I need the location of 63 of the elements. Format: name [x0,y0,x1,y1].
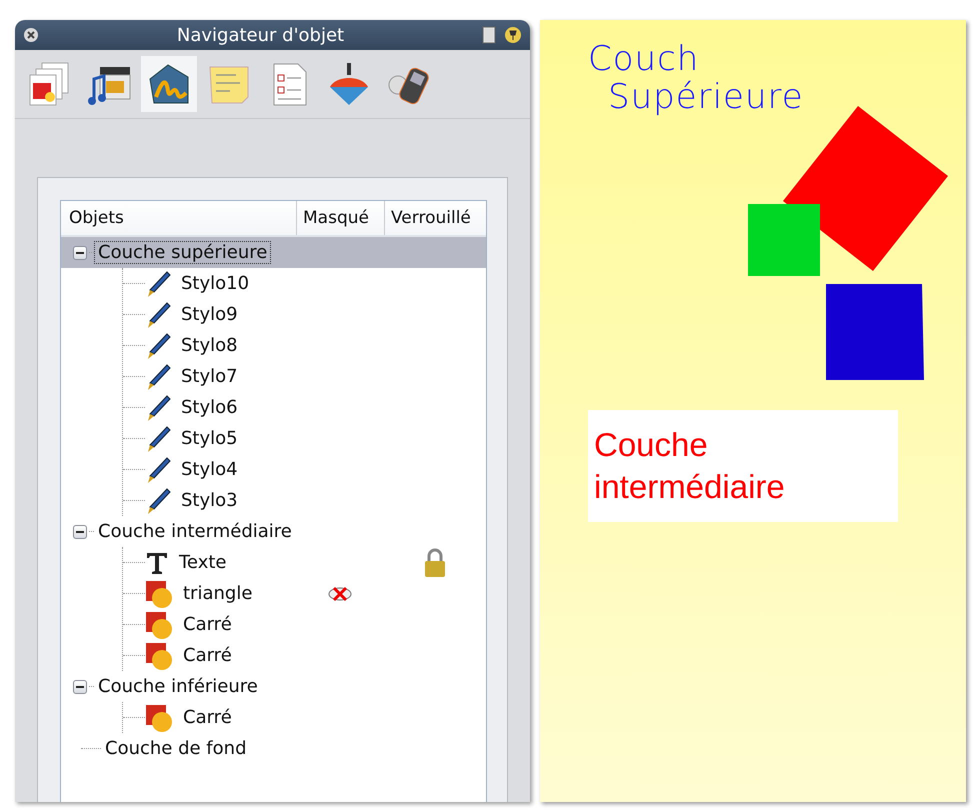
layer-label: Couche inférieure [97,675,259,698]
pin-icon[interactable] [504,26,522,44]
object-row[interactable]: Stylo9 [123,299,486,330]
window-title: Navigateur d'objet [176,24,346,46]
close-icon[interactable] [23,27,39,43]
layer-row[interactable]: Couche intermédiaire [61,516,486,547]
object-label: Stylo10 [181,273,250,294]
object-row[interactable]: Carré [123,702,486,733]
pen-icon [145,456,171,484]
hidden-eye-icon[interactable] [327,586,353,602]
column-header[interactable]: Objets [61,201,296,235]
object-label: Stylo9 [181,304,238,325]
lock-icon[interactable] [424,548,446,578]
square-circle-icon [145,704,173,732]
layer-label: Couche supérieure [94,241,272,264]
layer-label: Couche de fond [104,737,248,760]
object-label: Stylo5 [181,428,238,449]
object-row[interactable]: Stylo6 [123,392,486,423]
handwritten-text: Supérieure [607,78,805,116]
object-label: Stylo4 [181,459,238,480]
object-label: Carré [183,707,232,728]
column-header[interactable]: Verrouillé [384,201,486,235]
object-label: Stylo3 [181,490,238,511]
collapse-icon[interactable] [73,524,87,538]
object-row[interactable]: Stylo7 [123,361,486,392]
pen-icon [145,270,171,298]
layer-row[interactable]: Couche supérieure [61,237,486,268]
object-row[interactable]: Stylo8 [123,330,486,361]
pen-icon [145,424,171,452]
collapse-icon[interactable] [73,246,87,260]
square-circle-icon [145,580,173,608]
object-label: Stylo6 [181,397,238,418]
pen-icon [145,394,171,422]
object-row[interactable]: Carré [123,640,486,671]
square-circle-icon [145,642,173,670]
pen-icon [145,362,171,390]
text-box: Couche intermédiaire [588,410,898,522]
square-circle-icon [145,610,173,638]
object-row[interactable]: Stylo5 [123,423,486,454]
pen-icon [145,486,171,514]
handwritten-text: Couch [588,40,700,78]
object-label: triangle [183,583,252,604]
document-icon[interactable] [482,26,496,44]
toolbar-button[interactable] [141,56,197,112]
text-t-icon [145,550,169,574]
layer-row[interactable]: Couche de fond [61,733,486,764]
object-label: Carré [183,614,232,635]
object-row[interactable]: Stylo10 [123,268,486,299]
collapse-icon[interactable] [73,680,87,694]
layer-row[interactable]: Couche inférieure [61,671,486,702]
object-label: Stylo8 [181,335,238,356]
object-label: Stylo7 [181,366,238,387]
object-label: Texte [179,552,226,573]
pen-icon [145,332,171,360]
object-row[interactable]: Carré [123,609,486,640]
object-label: Carré [183,645,232,666]
pen-icon [145,300,171,328]
object-row[interactable]: triangle [123,578,486,609]
column-header[interactable]: Masqué [296,201,384,235]
object-row[interactable]: Texte [123,547,486,578]
object-row[interactable]: Stylo4 [123,454,486,485]
object-row[interactable]: Stylo3 [123,485,486,516]
layer-label: Couche intermédiaire [97,520,293,543]
